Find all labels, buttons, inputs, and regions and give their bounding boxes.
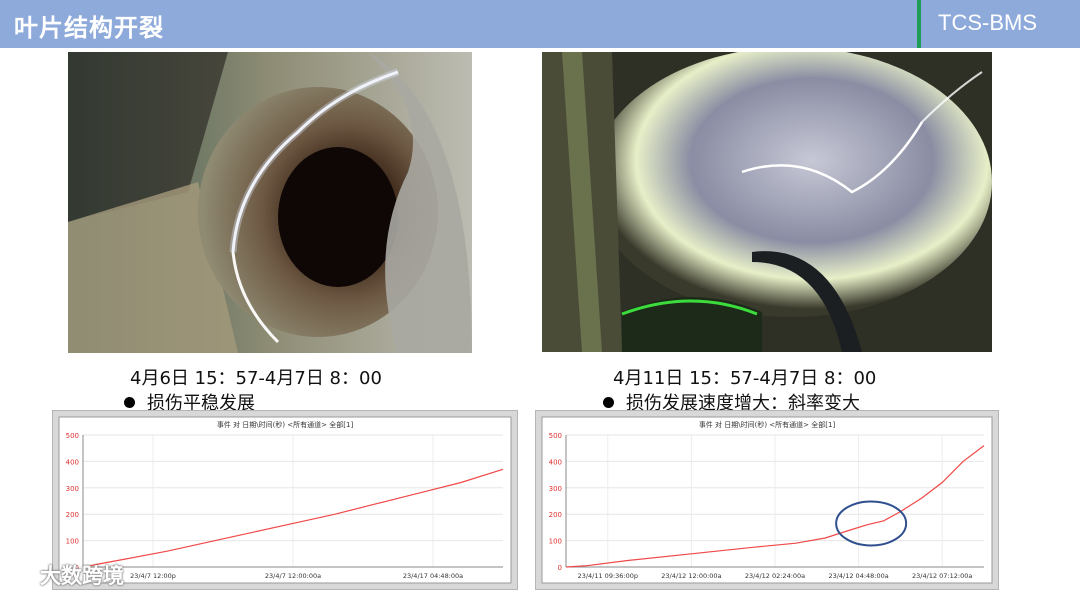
y-tick-label: 0	[558, 564, 562, 572]
watermark-text: 大数跨境	[40, 564, 124, 588]
y-tick-label: 400	[549, 458, 562, 466]
left-time-caption: 4月6日 15：57-4月7日 8：00	[130, 368, 382, 389]
x-tick-label: 23/4/7 12:00p	[130, 572, 176, 580]
chart-frame	[541, 416, 993, 584]
header-accent-divider	[917, 0, 921, 48]
bullet-dot-icon	[124, 396, 135, 408]
blade-crack-photo-left	[68, 52, 472, 353]
y-tick-label: 100	[549, 538, 562, 546]
chart-frame	[58, 416, 512, 584]
watermark-logo-icon	[6, 568, 36, 586]
page-title: 叶片结构开裂	[14, 14, 164, 42]
brand-label: TCS-BMS	[938, 10, 1037, 35]
y-tick-label: 400	[66, 458, 79, 466]
x-tick-label: 23/4/7 12:00:00a	[265, 572, 321, 580]
blade-crack-photo-right	[542, 52, 992, 352]
y-tick-label: 500	[549, 432, 562, 440]
header-bar: 叶片结构开裂 TCS-BMS	[0, 0, 1080, 48]
y-tick-label: 200	[66, 511, 79, 519]
right-time-caption: 4月11日 15：57-4月7日 8：00	[613, 368, 877, 389]
y-tick-label: 500	[66, 432, 79, 440]
x-tick-label: 23/4/12 04:48:00a	[828, 572, 888, 580]
watermark: 大数跨境	[6, 560, 124, 590]
bullet-dot-icon	[603, 396, 614, 408]
chart-title: 事件 对 日期\时间(秒) <所有通道> 全部[1]	[217, 420, 354, 429]
x-tick-label: 23/4/17 04:48:00a	[403, 572, 463, 580]
right-chart-panel: 事件 对 日期\时间(秒) <所有通道> 全部[1] 0 100 200 300 400 5…	[535, 410, 999, 590]
x-tick-label: 23/4/11 09:36:00p	[578, 572, 638, 580]
y-tick-label: 200	[549, 511, 562, 519]
x-tick-label: 23/4/12 07:12:00a	[912, 572, 972, 580]
y-tick-label: 300	[66, 485, 79, 493]
y-tick-label: 100	[66, 538, 79, 546]
chart-title: 事件 对 日期\时间(秒) <所有通道> 全部[1]	[699, 420, 836, 429]
x-tick-label: 23/4/12 12:00:00a	[661, 572, 721, 580]
right-chart: 事件 对 日期\时间(秒) <所有通道> 全部[1] 0 100 200 300 400 5…	[541, 416, 993, 584]
x-tick-label: 23/4/12 02:24:00a	[745, 572, 805, 580]
y-tick-label: 300	[549, 485, 562, 493]
